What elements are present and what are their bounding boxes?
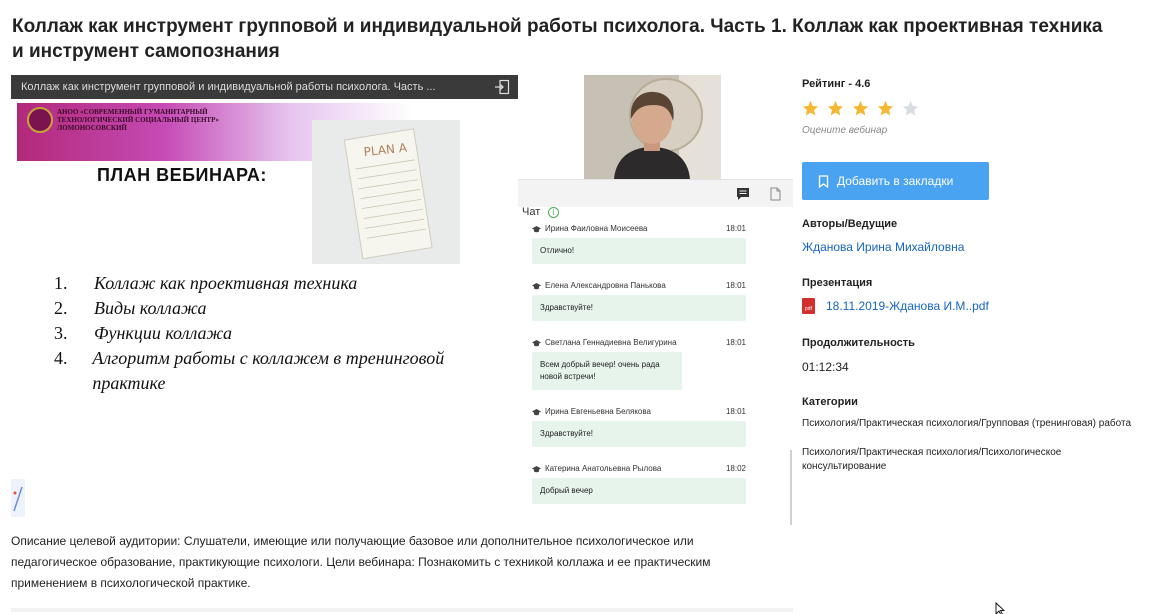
star-icon[interactable] [852,100,869,117]
chat-message: Катерина Анатольевна Рылова 18:02 Добрый … [532,463,746,504]
slide-plan-item: 2. Виды коллажа [54,298,207,318]
presentation-label: Презентация [802,277,873,289]
slide-plan-list: 1. Коллаж как проективная техника 2. Виды … [54,271,504,396]
author-link[interactable]: Жданова Ирина Михайловна [802,240,964,254]
slide-plan-item: 4. Алгоритм работы с коллажем в тренингов… [54,348,445,393]
category-item[interactable]: Психология/Практическая психология/Групп… [802,417,1132,431]
categories-section: Категории Психология/Практическая психол… [802,396,1132,474]
presentation-file[interactable]: pdf 18.11.2019-Жданова И.М..pdf [802,298,989,314]
star-icon[interactable] [802,100,819,117]
graduation-cap-icon [532,225,541,232]
categories-label: Категории [802,396,858,408]
chat-message-text: Всем добрый вечер! очень рада новой встр… [532,352,682,390]
slide-plan-item: 1. Коллаж как проективная техника [54,273,358,293]
star-icon[interactable] [827,100,844,117]
rating-label: Рейтинг - 4.6 [802,78,871,90]
chat-message-text: Добрый вечер [532,478,746,504]
chat-message: Ирина Фаиловна Моисеева 18:01 Отлично! [532,223,746,264]
plan-paper-image: PLAN A [312,120,460,264]
chat-bubble-icon[interactable] [736,187,750,201]
chat-info-icon[interactable]: i [548,207,559,218]
chat-message: Ирина Евгеньевна Белякова 18:01 Здравству… [532,406,746,447]
duration-section: Продолжительность 01:12:34 [802,337,915,374]
slide-title-bar: Коллаж как инструмент групповой и индиви… [11,75,518,99]
rate-webinar-hint: Оцените вебинар [802,125,888,136]
chat-time: 18:01 [725,338,746,347]
star-icon[interactable] [877,100,894,117]
chat-scrollbar[interactable] [790,450,792,525]
page-title: Коллаж как инструмент групповой и индиви… [12,16,1103,62]
chat-time: 18:02 [725,464,746,473]
bottom-divider [11,608,793,612]
chat-time: 18:01 [725,224,746,233]
chat-author-name: Светлана Геннадиевна Велигурина [545,338,677,347]
chat-author-name: Ирина Фаиловна Моисеева [545,224,648,233]
star-icon[interactable] [902,100,919,117]
mouse-cursor-icon [995,602,1005,614]
chat-toolbar [518,179,793,207]
slide-plan-title: ПЛАН ВЕБИНАРА: [97,165,267,185]
chat-message: Светлана Геннадиевна Велигурина 18:01 Все… [532,337,746,390]
bookmark-icon [818,174,829,188]
document-icon[interactable] [768,187,782,201]
duration-label: Продолжительность [802,337,915,349]
exit-fullscreen-icon[interactable] [494,79,510,95]
authors-label: Авторы/Ведущие [802,218,898,230]
duration-value: 01:12:34 [802,360,849,374]
add-bookmark-button[interactable]: Добавить в закладки [802,162,989,200]
chat-message-list[interactable]: Ирина Фаиловна Моисеева 18:01 Отлично! Ел… [518,221,793,517]
chat-time: 18:01 [725,281,746,290]
graduation-cap-icon [532,465,541,472]
chat-message-text: Отлично! [532,238,746,264]
add-bookmark-label: Добавить в закладки [837,174,954,188]
pdf-file-icon: pdf [802,298,815,314]
slide-title: Коллаж как инструмент групповой и индиви… [21,81,436,93]
chat-label: Чат [522,206,541,218]
webinar-description: Описание целевой аудитории: Слушатели, и… [11,534,711,590]
chat-message: Елена Александровна Панькова 18:01 Здравс… [532,280,746,321]
authors-section: Авторы/Ведущие Жданова Ирина Михайловна [802,218,964,254]
graduation-cap-icon [532,339,541,346]
slide-banner-text: АНОО «СОВРЕМЕННЫЙ ГУМАНИТАРНЫЙ ТЕХНОЛОГИ… [57,108,220,132]
slide-plan-item: 3. Функции коллажа [54,323,233,343]
chat-author-name: Ирина Евгеньевна Белякова [545,407,651,416]
presentation-section: Презентация pdf 18.11.2019-Жданова И.М..… [802,277,989,314]
webinar-player[interactable]: Коллаж как инструмент групповой и индиви… [11,75,793,525]
rating-stars[interactable] [802,100,927,117]
presentation-file-link[interactable]: 18.11.2019-Жданова И.М..pdf [826,299,989,313]
chat-time: 18:01 [725,407,746,416]
chat-message-text: Здравствуйте! [532,295,746,321]
chat-author-name: Елена Александровна Панькова [545,281,666,290]
presenter-video [584,75,721,179]
organization-logo [27,107,53,133]
graduation-cap-icon [532,282,541,289]
category-item[interactable]: Психология/Практическая психология/Психо… [802,446,1132,474]
graduation-cap-icon [532,408,541,415]
presentation-slide: АНОО «СОВРЕМЕННЫЙ ГУМАНИТАРНЫЙ ТЕХНОЛОГИ… [11,99,518,517]
pen-tool-icon[interactable] [11,479,25,517]
webinar-sidebar: Рейтинг - 4.6 Оцените вебинар Добавить в… [802,78,1142,472]
chat-message-text: Здравствуйте! [532,421,746,447]
chat-author-name: Катерина Анатольевна Рылова [545,464,662,473]
